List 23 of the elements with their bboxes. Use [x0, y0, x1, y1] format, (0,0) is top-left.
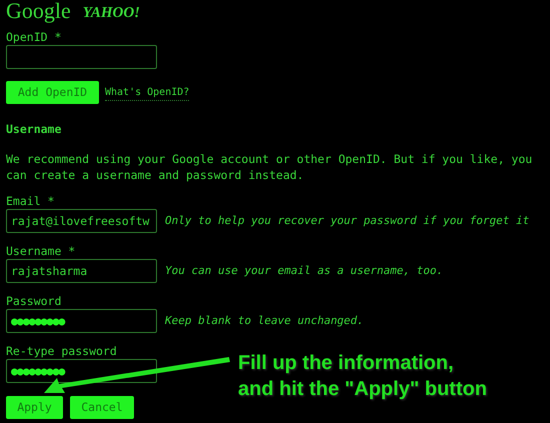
- field-label: OpenID *: [6, 30, 62, 44]
- callout-text: Fill up the information,: [238, 351, 455, 376]
- field-label: Re-type password: [6, 344, 118, 358]
- input-field[interactable]: rajat@ilovefreesoftw: [6, 209, 157, 233]
- field-label: Password: [6, 294, 62, 308]
- hint-text: You can use your email as a username, too.: [165, 262, 444, 279]
- input-field[interactable]: rajatsharma: [6, 259, 157, 283]
- help-link[interactable]: What's OpenID?: [105, 84, 190, 100]
- password-field[interactable]: ●●●●●●●●●: [6, 309, 157, 333]
- add-openid-button[interactable]: Add OpenID: [6, 81, 99, 104]
- section-heading: Username: [6, 122, 62, 136]
- yahoo-logo: YAHOO!: [82, 4, 140, 22]
- google-logo: Google: [6, 0, 71, 22]
- password-field[interactable]: ●●●●●●●●●: [6, 359, 157, 383]
- callout-text: and hit the "Apply" button: [238, 377, 487, 402]
- hint-text: Keep blank to leave unchanged.: [165, 312, 364, 329]
- hint-text: Only to help you recover your password if you forget it: [165, 212, 530, 229]
- cancel-button[interactable]: Cancel: [70, 396, 134, 419]
- field-label: Username *: [6, 244, 76, 258]
- field-label: Email *: [6, 194, 56, 208]
- apply-button[interactable]: Apply: [6, 396, 63, 419]
- intro-text: We recommend using your Google account or other OpenID. But if you like, you can create a username and password instead.: [6, 151, 534, 183]
- openid-field[interactable]: [6, 45, 157, 69]
